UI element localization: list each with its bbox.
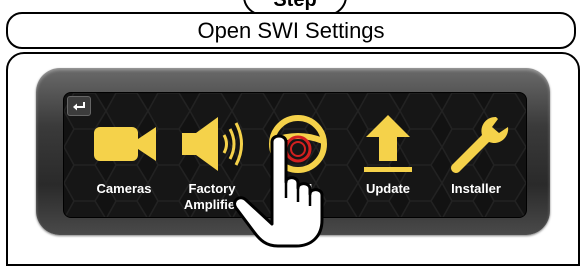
step-label: Step (273, 0, 317, 11)
upload-arrow-icon (364, 115, 412, 172)
camera-icon (94, 127, 156, 161)
menu-item-installer[interactable]: Installer (436, 93, 516, 217)
menu-item-cameras[interactable]: Cameras (84, 93, 164, 217)
page-title: Open SWI Settings (197, 17, 385, 43)
wrench-icon (451, 116, 509, 173)
menu-label-update: Update (365, 181, 411, 196)
menu-item-update[interactable]: Update (348, 93, 428, 217)
pointing-hand-icon (233, 134, 324, 248)
menu-label-installer: Installer (451, 181, 501, 196)
menu-label-cameras: Cameras (96, 181, 152, 196)
title-box: Open SWI Settings (6, 12, 576, 49)
